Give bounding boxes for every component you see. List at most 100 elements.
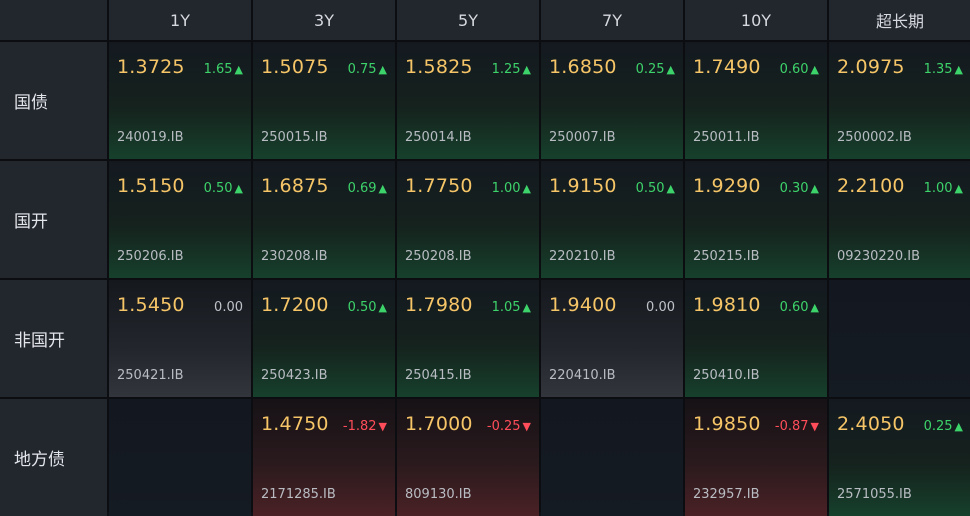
change-indicator: 1.35 ▲: [924, 62, 963, 77]
quote-cell[interactable]: 1.5150 0.50 ▲ 250206.IB: [109, 161, 251, 278]
change-indicator: 0.30 ▲: [780, 181, 819, 196]
bond-code: 250007.IB: [549, 130, 616, 145]
bond-code: 250421.IB: [117, 368, 184, 383]
quote-cell[interactable]: 1.5825 1.25 ▲ 250014.IB: [397, 42, 539, 159]
quote-cell[interactable]: 1.9810 0.60 ▲ 250410.IB: [685, 280, 827, 397]
yield-value: 1.7750: [405, 175, 473, 197]
bond-code: 230208.IB: [261, 249, 328, 264]
change-value: 0.25: [635, 62, 665, 77]
quote-cell[interactable]: 1.9850 -0.87 ▼ 232957.IB: [685, 399, 827, 516]
quote-top-line: 1.7490 0.60 ▲: [693, 56, 819, 78]
quote-cell[interactable]: 2.2100 1.00 ▲ 09230220.IB: [829, 161, 970, 278]
change-indicator: 0.60 ▲: [780, 300, 819, 315]
quote-cell[interactable]: 1.7750 1.00 ▲ 250208.IB: [397, 161, 539, 278]
change-value: 0.60: [779, 300, 809, 315]
quote-cell[interactable]: 1.5450 0.00 250421.IB: [109, 280, 251, 397]
quote-cell[interactable]: 2.4050 0.25 ▲ 2571055.IB: [829, 399, 970, 516]
change-value: -1.82: [342, 419, 377, 434]
quote-cell[interactable]: 1.7200 0.50 ▲ 250423.IB: [253, 280, 395, 397]
quote-cell[interactable]: 1.3725 1.65 ▲ 240019.IB: [109, 42, 251, 159]
column-header-1y[interactable]: 1Y: [109, 0, 251, 40]
change-indicator: 0.25 ▲: [924, 419, 963, 434]
change-value: 0.00: [214, 300, 243, 315]
arrow-up-icon: ▲: [954, 182, 963, 195]
change-indicator: 1.65 ▲: [204, 62, 243, 77]
yield-value: 1.9810: [693, 294, 761, 316]
yield-value: 1.7490: [693, 56, 761, 78]
yield-value: 2.4050: [837, 413, 905, 435]
change-value: 1.25: [491, 62, 521, 77]
change-value: 1.00: [491, 181, 521, 196]
quote-cell[interactable]: 1.7000 -0.25 ▼ 809130.IB: [397, 399, 539, 516]
arrow-up-icon: ▲: [378, 182, 387, 195]
bond-code: 250011.IB: [693, 130, 760, 145]
quote-top-line: 1.5825 1.25 ▲: [405, 56, 531, 78]
column-header-3y[interactable]: 3Y: [253, 0, 395, 40]
quote-cell[interactable]: 1.7490 0.60 ▲ 250011.IB: [685, 42, 827, 159]
arrow-up-icon: ▲: [810, 301, 819, 314]
change-indicator: 0.50 ▲: [636, 181, 675, 196]
column-header-ultra-long[interactable]: 超长期: [829, 0, 970, 40]
quote-cell[interactable]: 1.7980 1.05 ▲ 250415.IB: [397, 280, 539, 397]
arrow-down-icon: ▼: [522, 420, 531, 433]
yield-value: 1.9290: [693, 175, 761, 197]
change-value: 1.35: [923, 62, 953, 77]
quote-top-line: 1.9150 0.50 ▲: [549, 175, 675, 197]
quote-cell[interactable]: 1.5075 0.75 ▲ 250015.IB: [253, 42, 395, 159]
bond-code: 250423.IB: [261, 368, 328, 383]
quote-top-line: 2.2100 1.00 ▲: [837, 175, 963, 197]
bond-code: 250015.IB: [261, 130, 328, 145]
bond-code: 220410.IB: [549, 368, 616, 383]
quote-top-line: 1.9290 0.30 ▲: [693, 175, 819, 197]
column-header-10y[interactable]: 10Y: [685, 0, 827, 40]
quote-top-line: 1.9850 -0.87 ▼: [693, 413, 819, 435]
quote-top-line: 1.3725 1.65 ▲: [117, 56, 243, 78]
quote-cell[interactable]: 1.6850 0.25 ▲ 250007.IB: [541, 42, 683, 159]
bond-code: 250410.IB: [693, 368, 760, 383]
arrow-up-icon: ▲: [954, 420, 963, 433]
yield-value: 1.6850: [549, 56, 617, 78]
yield-value: 1.7200: [261, 294, 329, 316]
change-indicator: 0.60 ▲: [780, 62, 819, 77]
change-value: 0.69: [347, 181, 377, 196]
arrow-up-icon: ▲: [522, 182, 531, 195]
row-label-cdb: 国开: [0, 161, 107, 278]
change-value: 0.25: [923, 419, 953, 434]
quote-cell[interactable]: 1.9400 0.00 220410.IB: [541, 280, 683, 397]
quote-top-line: 1.6850 0.25 ▲: [549, 56, 675, 78]
bond-code: 09230220.IB: [837, 249, 921, 264]
column-header-7y[interactable]: 7Y: [541, 0, 683, 40]
bond-code: 250208.IB: [405, 249, 472, 264]
quote-cell[interactable]: 1.9150 0.50 ▲ 220210.IB: [541, 161, 683, 278]
yield-value: 1.5450: [117, 294, 185, 316]
change-value: 1.05: [491, 300, 521, 315]
yield-value: 2.2100: [837, 175, 905, 197]
arrow-up-icon: ▲: [234, 63, 243, 76]
change-indicator: 0.75 ▲: [348, 62, 387, 77]
change-indicator: 0.25 ▲: [636, 62, 675, 77]
quote-top-line: 1.5075 0.75 ▲: [261, 56, 387, 78]
quote-cell[interactable]: 2.0975 1.35 ▲ 2500002.IB: [829, 42, 970, 159]
change-indicator: 0.00: [214, 300, 243, 315]
quote-cell[interactable]: 1.6875 0.69 ▲ 230208.IB: [253, 161, 395, 278]
quote-top-line: 1.5450 0.00: [117, 294, 243, 316]
bond-code: 232957.IB: [693, 487, 760, 502]
change-indicator: 0.69 ▲: [348, 181, 387, 196]
row-label-local-gov: 地方债: [0, 399, 107, 516]
change-indicator: 1.25 ▲: [492, 62, 531, 77]
change-indicator: -1.82 ▼: [343, 419, 387, 434]
quote-cell[interactable]: 1.9290 0.30 ▲ 250215.IB: [685, 161, 827, 278]
change-indicator: -0.25 ▼: [487, 419, 531, 434]
column-header-5y[interactable]: 5Y: [397, 0, 539, 40]
quote-top-line: 1.7200 0.50 ▲: [261, 294, 387, 316]
yield-value: 1.9150: [549, 175, 617, 197]
yield-value: 1.4750: [261, 413, 329, 435]
quote-cell[interactable]: 1.4750 -1.82 ▼ 2171285.IB: [253, 399, 395, 516]
change-value: 0.75: [347, 62, 377, 77]
change-value: 0.50: [347, 300, 377, 315]
yield-value: 1.7000: [405, 413, 473, 435]
quote-top-line: 2.4050 0.25 ▲: [837, 413, 963, 435]
change-indicator: 0.50 ▲: [348, 300, 387, 315]
bond-code: 250415.IB: [405, 368, 472, 383]
bond-yield-grid: 1Y 3Y 5Y 7Y 10Y 超长期 国债 1.3725 1.65 ▲ 240019.…: [0, 0, 970, 516]
